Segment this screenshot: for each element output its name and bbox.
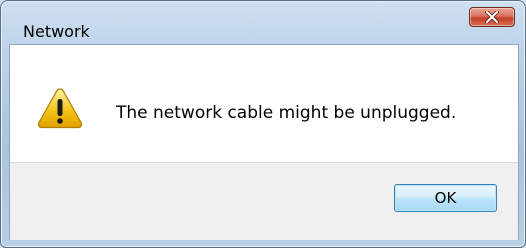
dialog-client-area: The network cable might be unplugged. OK (9, 44, 519, 240)
close-button[interactable] (469, 7, 515, 27)
window-title: Network (23, 22, 90, 41)
button-bar: OK (10, 162, 518, 240)
close-icon (485, 11, 499, 23)
dialog-message: The network cable might be unplugged. (116, 103, 457, 123)
ok-button[interactable]: OK (394, 184, 497, 212)
title-bar[interactable]: Network (1, 1, 525, 41)
dialog-window: Network The network cable might be unplu… (0, 0, 526, 248)
warning-icon (37, 88, 83, 129)
message-area: The network cable might be unplugged. (10, 45, 518, 162)
